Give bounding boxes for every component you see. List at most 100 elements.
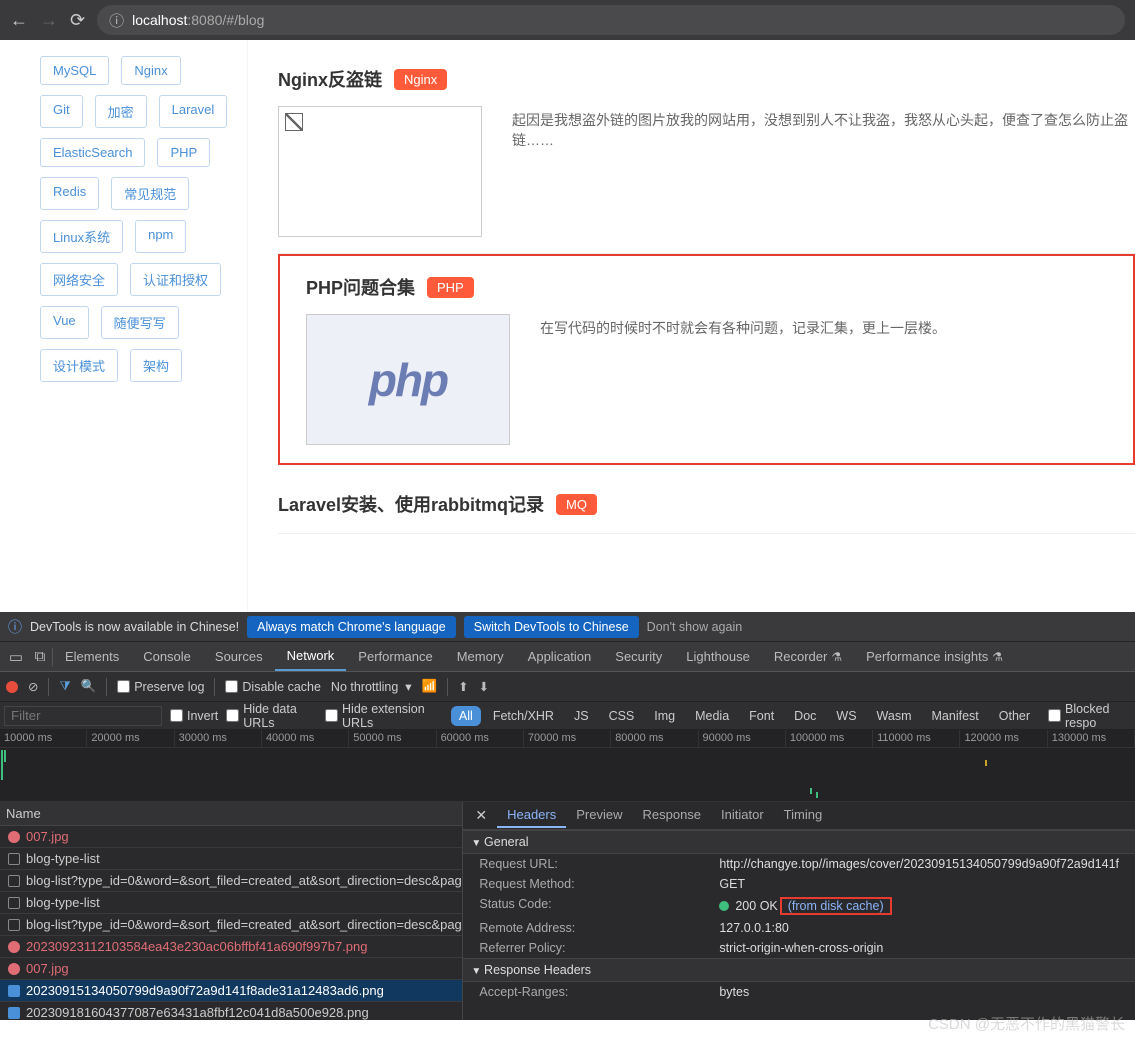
filter-type-ws[interactable]: WS xyxy=(828,706,864,726)
search-icon[interactable]: 🔍 xyxy=(81,679,97,694)
disable-cache-checkbox[interactable]: Disable cache xyxy=(225,680,321,694)
filter-type-media[interactable]: Media xyxy=(687,706,737,726)
clear-button[interactable]: ⊘ xyxy=(28,679,38,694)
timeline-tick: 50000 ms xyxy=(349,730,436,747)
filter-type-doc[interactable]: Doc xyxy=(786,706,824,726)
export-icon[interactable]: ⬇ xyxy=(479,679,489,694)
network-conditions-icon[interactable]: 📶 xyxy=(422,679,438,694)
filter-type-other[interactable]: Other xyxy=(991,706,1038,726)
devtools-tab-performance[interactable]: Performance xyxy=(346,642,444,671)
filter-type-js[interactable]: JS xyxy=(566,706,597,726)
inspect-icon[interactable]: ▭ xyxy=(4,648,28,666)
detail-tab-initiator[interactable]: Initiator xyxy=(711,803,774,828)
devtools-tab-sources[interactable]: Sources xyxy=(203,642,275,671)
timeline-tick: 120000 ms xyxy=(960,730,1047,747)
network-timeline[interactable]: 10000 ms20000 ms30000 ms40000 ms50000 ms… xyxy=(0,730,1135,802)
article-tag[interactable]: Nginx xyxy=(394,69,447,90)
device-icon[interactable]: ⧉ xyxy=(28,648,52,665)
request-row[interactable]: 202309181604377087e63431a8fbf12c041d8a50… xyxy=(0,1002,462,1020)
tag-Redis[interactable]: Redis xyxy=(40,177,99,210)
article[interactable]: PHP问题合集PHPphp在写代码的时候时不时就会有各种问题，记录汇集，更上一层… xyxy=(278,254,1135,465)
invert-checkbox[interactable]: Invert xyxy=(170,709,218,723)
hide-data-urls-checkbox[interactable]: Hide data URLs xyxy=(226,702,317,730)
record-button[interactable] xyxy=(6,681,18,693)
reload-icon[interactable]: ⟳ xyxy=(70,10,85,31)
filter-type-manifest[interactable]: Manifest xyxy=(924,706,987,726)
tag-加密[interactable]: 加密 xyxy=(95,95,147,128)
status-icon xyxy=(8,875,20,887)
filter-type-font[interactable]: Font xyxy=(741,706,782,726)
devtools-tab-console[interactable]: Console xyxy=(131,642,203,671)
tag-MySQL[interactable]: MySQL xyxy=(40,56,109,85)
throttling-select[interactable]: No throttling ▾ xyxy=(331,679,412,694)
filter-type-img[interactable]: Img xyxy=(646,706,683,726)
request-row[interactable]: 20230915134050799d9a90f72a9d141f8ade31a1… xyxy=(0,980,462,1002)
column-header-name[interactable]: Name xyxy=(0,802,462,826)
filter-type-fetch/xhr[interactable]: Fetch/XHR xyxy=(485,706,562,726)
devtools-tab-application[interactable]: Application xyxy=(516,642,604,671)
tag-ElasticSearch[interactable]: ElasticSearch xyxy=(40,138,145,167)
response-headers-section[interactable]: Response Headers xyxy=(463,958,1135,982)
status-icon xyxy=(8,1007,20,1019)
filter-type-all[interactable]: All xyxy=(451,706,481,726)
detail-tab-timing[interactable]: Timing xyxy=(774,803,833,828)
detail-tab-response[interactable]: Response xyxy=(632,803,711,828)
request-row[interactable]: 20230923112103584ea43e230ac06bffbf41a690… xyxy=(0,936,462,958)
method-value: GET xyxy=(719,877,1119,891)
referrer-policy-value: strict-origin-when-cross-origin xyxy=(719,941,1119,955)
back-icon[interactable]: ← xyxy=(10,10,28,31)
address-bar[interactable]: ⓘ localhost:8080/#/blog xyxy=(97,5,1125,35)
devtools-tab-lighthouse[interactable]: Lighthouse xyxy=(674,642,762,671)
forward-icon[interactable]: → xyxy=(40,10,58,31)
hide-extension-urls-checkbox[interactable]: Hide extension URLs xyxy=(325,702,441,730)
status-icon xyxy=(8,897,20,909)
article-thumb: php xyxy=(306,314,510,445)
dont-show-button[interactable]: Don't show again xyxy=(647,620,743,634)
request-row[interactable]: blog-list?type_id=0&word=&sort_filed=cre… xyxy=(0,914,462,936)
blocked-response-checkbox[interactable]: Blocked respo xyxy=(1048,702,1131,730)
article[interactable]: Nginx反盗链Nginx起因是我想盗外链的图片放我的网站用，没想到别人不让我盗… xyxy=(278,50,1135,254)
devtools-tab-memory[interactable]: Memory xyxy=(445,642,516,671)
request-row[interactable]: blog-type-list xyxy=(0,892,462,914)
filter-type-wasm[interactable]: Wasm xyxy=(869,706,920,726)
article-tag[interactable]: PHP xyxy=(427,277,474,298)
request-row[interactable]: blog-list?type_id=0&word=&sort_filed=cre… xyxy=(0,870,462,892)
tag-Git[interactable]: Git xyxy=(40,95,83,128)
detail-tab-headers[interactable]: Headers xyxy=(497,803,566,828)
tag-Laravel[interactable]: Laravel xyxy=(159,95,228,128)
article[interactable]: Laravel安装、使用rabbitmq记录 MQ xyxy=(278,475,1135,534)
devtools-tab-performance-insights[interactable]: Performance insights ⚗ xyxy=(854,642,1015,671)
tag-npm[interactable]: npm xyxy=(135,220,186,253)
tag-Vue[interactable]: Vue xyxy=(40,306,89,339)
request-row[interactable]: 007.jpg xyxy=(0,826,462,848)
devtools-tab-network[interactable]: Network xyxy=(275,642,347,671)
tag-认证和授权[interactable]: 认证和授权 xyxy=(130,263,221,296)
tag-随便写写[interactable]: 随便写写 xyxy=(101,306,179,339)
filter-icon[interactable]: ⧩ xyxy=(59,679,70,694)
request-row[interactable]: blog-type-list xyxy=(0,848,462,870)
request-row[interactable]: 007.jpg xyxy=(0,958,462,980)
site-info-icon[interactable]: ⓘ xyxy=(109,10,124,31)
close-detail-icon[interactable]: ✕ xyxy=(467,807,495,824)
preserve-log-checkbox[interactable]: Preserve log xyxy=(117,680,204,694)
detail-tab-preview[interactable]: Preview xyxy=(566,803,632,828)
tag-Linux系统[interactable]: Linux系统 xyxy=(40,220,123,253)
tag-常见规范[interactable]: 常见规范 xyxy=(111,177,189,210)
tag-网络安全[interactable]: 网络安全 xyxy=(40,263,118,296)
article-title: Laravel安装、使用rabbitmq记录 xyxy=(278,491,544,517)
devtools-tab-recorder[interactable]: Recorder ⚗ xyxy=(762,642,854,671)
timeline-tick: 110000 ms xyxy=(873,730,960,747)
filter-type-css[interactable]: CSS xyxy=(601,706,643,726)
filter-input[interactable] xyxy=(4,706,162,726)
import-icon[interactable]: ⬆ xyxy=(458,679,468,694)
general-section[interactable]: General xyxy=(463,830,1135,854)
tag-设计模式[interactable]: 设计模式 xyxy=(40,349,118,382)
tag-PHP[interactable]: PHP xyxy=(157,138,210,167)
devtools-tab-elements[interactable]: Elements xyxy=(53,642,131,671)
article-tag[interactable]: MQ xyxy=(556,494,597,515)
switch-chinese-button[interactable]: Switch DevTools to Chinese xyxy=(464,616,639,638)
tag-架构[interactable]: 架构 xyxy=(130,349,182,382)
devtools-tab-security[interactable]: Security xyxy=(603,642,674,671)
match-language-button[interactable]: Always match Chrome's language xyxy=(247,616,456,638)
tag-Nginx[interactable]: Nginx xyxy=(121,56,180,85)
